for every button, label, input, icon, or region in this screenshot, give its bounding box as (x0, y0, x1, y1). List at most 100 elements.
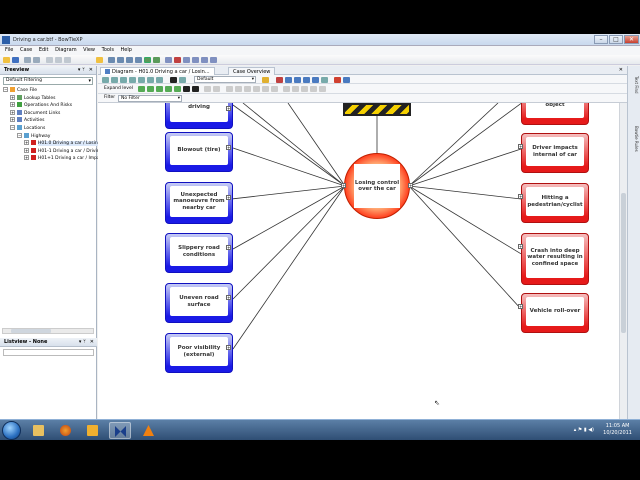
tab-diagram[interactable]: Diagram - H01.0 Driving a car / Losin... (100, 67, 215, 75)
close-icon[interactable]: ✕ (89, 66, 93, 75)
expand-level-2-icon[interactable] (147, 86, 154, 92)
consequence-connector[interactable]: + (518, 194, 523, 199)
expand-level-1-icon[interactable] (138, 86, 145, 92)
system-tray-icons[interactable]: ▴ ⚑ ▮ ◀) (574, 427, 594, 433)
menu-diagram[interactable]: Diagram (55, 46, 76, 55)
chart-icon[interactable] (174, 57, 181, 63)
expand-level-3-icon[interactable] (156, 86, 163, 92)
zoom-page-icon[interactable] (147, 77, 154, 83)
hazard-stripe[interactable] (343, 103, 411, 116)
taskbar-bowtiexp[interactable] (109, 422, 131, 439)
print-diagram-icon[interactable] (294, 77, 301, 83)
tree-node-hazard-impact[interactable]: + H01+1 Driving a car / Impa (3, 155, 100, 163)
pin-icon[interactable]: ▾ ᛘ (78, 66, 85, 75)
menu-edit[interactable]: Edit (39, 46, 49, 55)
layer-icon[interactable] (301, 86, 308, 92)
undo-icon[interactable] (24, 57, 31, 63)
zoom-out-icon[interactable] (120, 77, 127, 83)
threat-node[interactable]: Uneven road surface (165, 283, 233, 323)
tree-node-operations[interactable]: + Operations And Risks (3, 102, 96, 110)
tree-icon[interactable] (153, 57, 160, 63)
tree-horizontal-scrollbar[interactable] (2, 328, 94, 334)
consequence-connector[interactable]: + (518, 244, 523, 249)
delete-icon[interactable] (276, 77, 283, 83)
threat-connector[interactable]: + (226, 195, 231, 200)
expand-icon[interactable]: + (10, 109, 15, 115)
refresh-icon[interactable] (312, 77, 319, 83)
collapse-icon[interactable]: − (3, 87, 8, 92)
consequence-node[interactable]: object (521, 103, 589, 125)
collapse-icon[interactable]: − (10, 124, 15, 130)
bowtie-icon[interactable] (170, 77, 177, 83)
print-icon[interactable] (117, 57, 124, 63)
close-window-button[interactable]: ✕ (624, 35, 639, 44)
properties-icon[interactable] (108, 57, 115, 63)
tree-node-locations[interactable]: − Locations (3, 124, 96, 133)
taskbar-vlc[interactable] (138, 422, 160, 439)
expand-icon[interactable]: + (10, 94, 15, 100)
diagram-icon[interactable] (144, 57, 151, 63)
maximize-button[interactable]: □ (609, 35, 623, 44)
zoom-in-icon[interactable] (111, 77, 118, 83)
copy-diagram-icon[interactable] (303, 77, 310, 83)
align-icon[interactable] (226, 86, 233, 92)
expand-bowtie-icon[interactable] (183, 86, 190, 92)
export-image-icon[interactable] (285, 77, 292, 83)
paste-icon[interactable] (135, 57, 142, 63)
expand-icon[interactable]: + (10, 117, 15, 123)
expand-level-5-icon[interactable] (174, 86, 181, 92)
menu-case[interactable]: Case (20, 46, 32, 55)
tree-filter-select[interactable]: Default Filtering (3, 77, 93, 85)
menu-help[interactable]: Help (121, 46, 132, 55)
home-icon[interactable] (64, 57, 71, 63)
forward-icon[interactable] (55, 57, 62, 63)
scrollbar-thumb[interactable] (621, 193, 626, 333)
tree-node-highway[interactable]: − Highway (3, 132, 96, 141)
threat-node[interactable]: Poor visibility (external) (165, 333, 233, 373)
tab-case-overview[interactable]: Case Overview (228, 67, 276, 75)
top-event-left-connector[interactable]: + (341, 183, 346, 188)
scrollbar-thumb[interactable] (11, 329, 51, 333)
taskbar-explorer[interactable] (28, 422, 50, 439)
tree-node-activities[interactable]: + Activities (3, 117, 96, 125)
close-tab-icon[interactable]: ✕ (619, 67, 623, 73)
zoom-icon[interactable] (102, 77, 109, 83)
unlink-icon[interactable] (319, 86, 326, 92)
save-icon[interactable] (12, 57, 19, 63)
layout-icon[interactable] (179, 77, 186, 83)
menu-tools[interactable]: Tools (102, 46, 114, 55)
close-icon[interactable]: ✕ (90, 338, 94, 347)
folder-icon[interactable] (96, 57, 103, 63)
distribute-icon[interactable] (253, 86, 260, 92)
expand-icon[interactable]: + (10, 102, 15, 108)
tree-node-hazard-losing-control[interactable]: + H01.0 Driving a car / Losin (3, 140, 98, 148)
taskbar-firefox[interactable] (55, 422, 77, 439)
collapse-all-icon[interactable] (213, 86, 220, 92)
menu-view[interactable]: View (83, 46, 95, 55)
threat-connector[interactable]: + (226, 106, 231, 111)
table-icon[interactable] (183, 57, 190, 63)
zoom-actual-icon[interactable] (156, 77, 163, 83)
threat-node[interactable]: driving (165, 103, 233, 129)
listview-filter-input[interactable] (3, 349, 94, 356)
pin-icon[interactable]: ▾ ᛘ (79, 338, 86, 347)
minimize-button[interactable]: – (594, 35, 608, 44)
collapse-icon[interactable]: − (17, 132, 22, 138)
top-event-right-connector[interactable]: + (408, 183, 413, 188)
copy-icon[interactable] (126, 57, 133, 63)
unlock-icon[interactable] (292, 86, 299, 92)
align-center-icon[interactable] (235, 86, 242, 92)
options-icon[interactable] (321, 77, 328, 83)
expand-level-4-icon[interactable] (165, 86, 172, 92)
canvas-vertical-scrollbar[interactable] (619, 103, 627, 433)
consequence-connector[interactable]: + (518, 144, 523, 149)
export-icon[interactable] (201, 57, 208, 63)
expand-icon[interactable]: + (24, 147, 29, 153)
redo-icon[interactable] (33, 57, 40, 63)
start-button[interactable] (2, 421, 21, 440)
tab-bowtie-rules[interactable]: Bowtie Rules (630, 126, 639, 152)
tab-text-find[interactable]: Text Find (630, 76, 639, 94)
top-event-node[interactable]: Losing control over the car (344, 153, 410, 219)
menu-file[interactable]: File (5, 46, 13, 55)
group-icon[interactable] (271, 86, 278, 92)
